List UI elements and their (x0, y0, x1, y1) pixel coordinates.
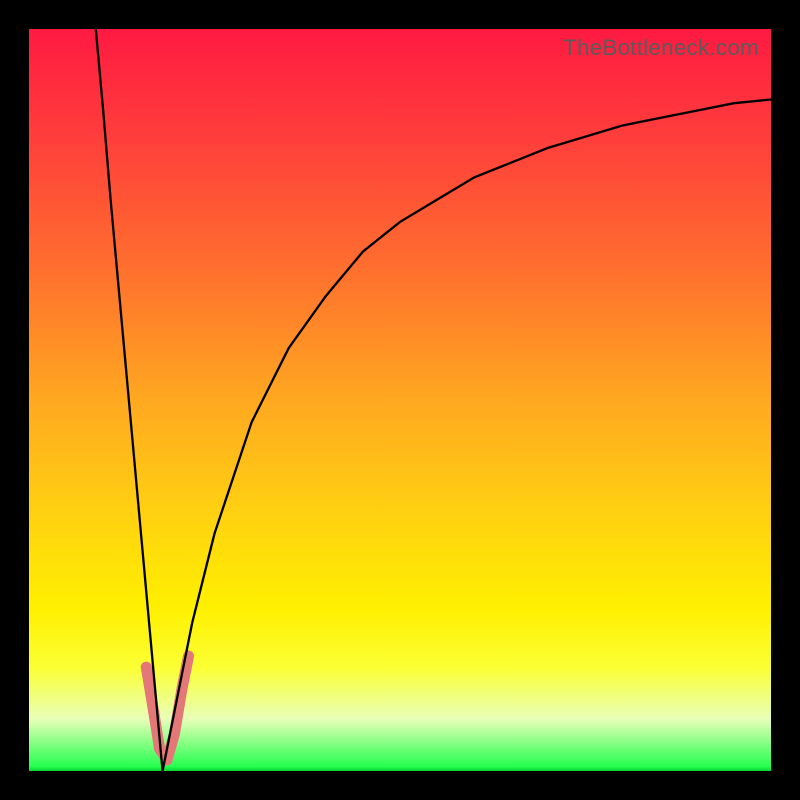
marker-segment (146, 667, 153, 712)
plot-area: TheBottleneck.com (29, 29, 771, 771)
chart-frame: TheBottleneck.com (0, 0, 800, 800)
curve-right-branch (163, 99, 771, 771)
curve-left-branch (96, 29, 163, 771)
curve-svg (29, 29, 771, 771)
